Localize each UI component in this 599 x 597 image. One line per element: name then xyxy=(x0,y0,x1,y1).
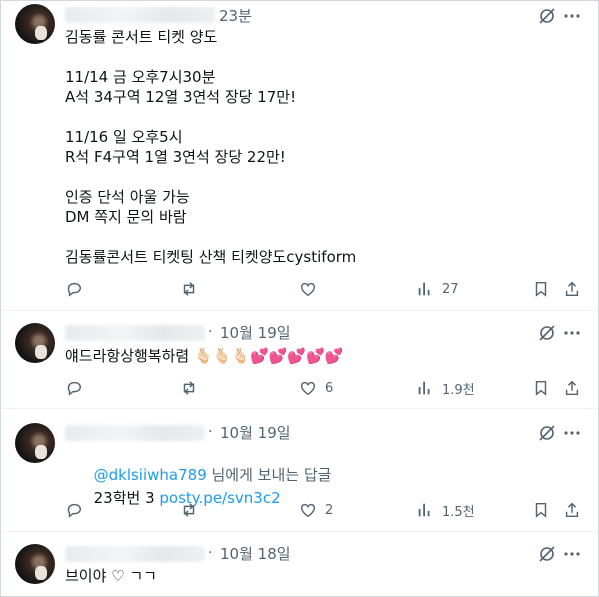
repost-icon xyxy=(183,503,195,517)
like-icon xyxy=(300,381,316,396)
share-icon xyxy=(565,281,579,297)
repost-button[interactable] xyxy=(180,378,198,398)
grok-icon[interactable] xyxy=(537,544,557,564)
bookmark-button[interactable] xyxy=(532,279,550,299)
post-2[interactable]: · 10월 19일 얘드라항상행복하렴 🫰🏻🫰🏻🫰🏻💕💕💕💕💕 6 1.9천 xyxy=(1,311,598,409)
reply-button[interactable] xyxy=(65,279,83,299)
views-icon xyxy=(418,282,430,296)
reply-button[interactable] xyxy=(65,378,83,398)
post-1[interactable]: 23분 김동률 콘서트 티켓 양도 11/14 금 오후7시30분 A석 34구역 … xyxy=(1,1,598,311)
share-button[interactable] xyxy=(563,378,581,398)
separator-dot: · xyxy=(208,545,213,561)
bookmark-icon xyxy=(535,502,547,518)
more-icon[interactable] xyxy=(562,423,582,443)
post-text-line: 김동률 콘서트 티켓 양도 xyxy=(65,28,218,46)
grok-icon[interactable] xyxy=(537,323,557,343)
avatar[interactable] xyxy=(15,4,55,44)
grok-icon[interactable] xyxy=(537,423,557,443)
bookmark-button[interactable] xyxy=(532,500,550,520)
separator-dot: · xyxy=(208,324,213,340)
post-text-line: R석 F4구역 1열 3연석 장당 22만! xyxy=(65,148,286,166)
bookmark-button[interactable] xyxy=(532,378,550,398)
post-text: 김동률 콘서트 티켓 양도 11/14 금 오후7시30분 A석 34구역 12열 … xyxy=(65,27,356,267)
timeline: 23분 김동률 콘서트 티켓 양도 11/14 금 오후7시30분 A석 34구역 … xyxy=(0,0,599,597)
repost-button[interactable] xyxy=(180,500,198,520)
share-button[interactable] xyxy=(563,279,581,299)
post-text-line: 11/14 금 오후7시30분 xyxy=(65,68,216,86)
author-name[interactable] xyxy=(65,546,205,562)
post-time[interactable]: 10월 19일 xyxy=(220,322,291,343)
repost-icon xyxy=(183,381,195,395)
more-icon[interactable] xyxy=(562,6,582,26)
like-button[interactable] xyxy=(299,279,317,299)
reply-icon xyxy=(67,503,81,518)
post-3[interactable]: · 10월 19일 @dklsiiwha789 님에게 보내는 답글 23학번 … xyxy=(1,409,598,532)
views-button[interactable]: 1.5천 xyxy=(416,500,475,520)
like-button[interactable]: 6 xyxy=(299,378,333,398)
post-text-line: 인증 단석 아울 가능 xyxy=(65,188,190,206)
post-text-line xyxy=(65,227,356,247)
like-button[interactable]: 2 xyxy=(299,500,333,520)
post-actions: 6 1.9천 xyxy=(65,378,585,398)
post-text-line xyxy=(65,107,356,127)
author-name[interactable] xyxy=(65,425,205,441)
reply-icon xyxy=(67,282,81,297)
share-icon xyxy=(565,502,579,518)
avatar[interactable] xyxy=(15,544,55,584)
views-count: 27 xyxy=(442,281,459,297)
avatar[interactable] xyxy=(15,323,55,363)
avatar[interactable] xyxy=(15,423,55,463)
post-text-line: 김동률콘서트 티켓팅 산책 티켓양도cystiform xyxy=(65,248,357,266)
like-count: 6 xyxy=(325,380,334,396)
post-text-line: A석 34구역 12열 3연석 장당 17만! xyxy=(65,88,297,106)
post-text: 얘드라항상행복하렴 🫰🏻🫰🏻🫰🏻💕💕💕💕💕 xyxy=(65,347,344,365)
repost-button[interactable] xyxy=(180,279,198,299)
like-icon xyxy=(300,503,316,518)
bookmark-icon xyxy=(535,281,547,297)
views-count: 1.5천 xyxy=(442,504,475,520)
separator-dot: · xyxy=(208,424,213,440)
author-name[interactable] xyxy=(65,7,215,23)
post-actions: 2 1.5천 xyxy=(65,500,585,520)
views-button[interactable]: 1.9천 xyxy=(416,378,475,398)
views-icon xyxy=(418,381,430,395)
views-button[interactable]: 27 xyxy=(416,279,459,299)
post-text-line xyxy=(65,47,356,67)
post-time[interactable]: 23분 xyxy=(219,5,252,26)
post-4[interactable]: · 10월 18일 브이야 ♡ ㄱㄱ xyxy=(1,532,598,596)
post-time[interactable]: 10월 19일 xyxy=(220,422,291,443)
views-count: 1.9천 xyxy=(442,382,475,398)
reply-button[interactable] xyxy=(65,500,83,520)
like-icon xyxy=(300,282,316,297)
post-time[interactable]: 10월 18일 xyxy=(220,543,291,564)
reply-icon xyxy=(67,381,81,396)
grok-icon[interactable] xyxy=(537,6,557,26)
more-icon[interactable] xyxy=(562,323,582,343)
post-text-line: 11/16 일 오후5시 xyxy=(65,128,183,146)
post-actions: 27 xyxy=(65,279,585,299)
bookmark-icon xyxy=(535,380,547,396)
post-text-line xyxy=(65,167,356,187)
author-name[interactable] xyxy=(65,325,205,341)
post-text: 브이야 ♡ ㄱㄱ xyxy=(65,567,157,585)
more-icon[interactable] xyxy=(562,544,582,564)
like-count: 2 xyxy=(325,502,334,518)
repost-icon xyxy=(183,282,195,296)
share-icon xyxy=(565,380,579,396)
post-text-line: DM 쪽지 문의 바람 xyxy=(65,208,187,226)
share-button[interactable] xyxy=(563,500,581,520)
views-icon xyxy=(418,503,430,517)
